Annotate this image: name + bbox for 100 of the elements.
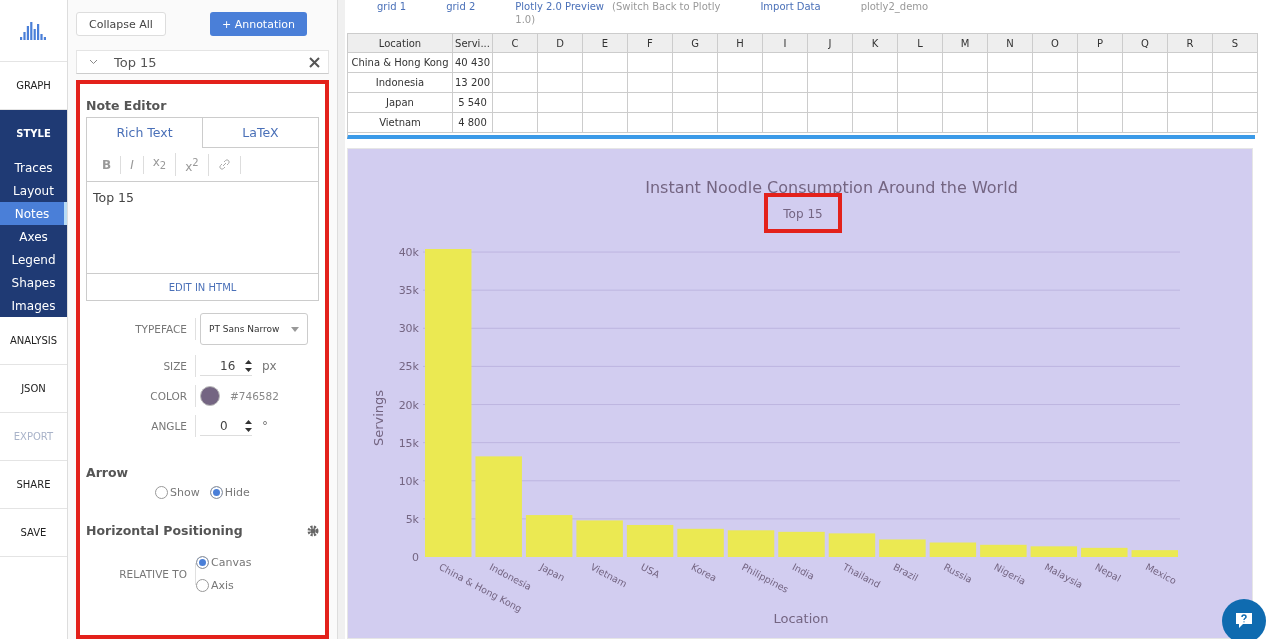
empty-cell[interactable]: [988, 93, 1033, 113]
column-header[interactable]: M: [943, 33, 988, 53]
column-header[interactable]: S: [1213, 33, 1258, 53]
nav-section[interactable]: STYLE: [0, 110, 67, 156]
column-header[interactable]: O: [1033, 33, 1078, 53]
column-header[interactable]: J: [808, 33, 853, 53]
empty-cell[interactable]: [1168, 113, 1213, 133]
column-header[interactable]: F: [628, 33, 673, 53]
empty-cell[interactable]: [763, 113, 808, 133]
empty-cell[interactable]: [538, 113, 583, 133]
empty-cell[interactable]: [1078, 93, 1123, 113]
empty-cell[interactable]: [673, 53, 718, 73]
empty-cell[interactable]: [628, 93, 673, 113]
empty-cell[interactable]: [898, 93, 943, 113]
column-header[interactable]: Q: [1123, 33, 1168, 53]
editor-tab[interactable]: LaTeX: [202, 118, 318, 148]
empty-cell[interactable]: [763, 93, 808, 113]
empty-cell[interactable]: [988, 53, 1033, 73]
empty-cell[interactable]: [583, 113, 628, 133]
link-icon[interactable]: [217, 158, 231, 171]
empty-cell[interactable]: [718, 73, 763, 93]
empty-cell[interactable]: [583, 73, 628, 93]
empty-cell[interactable]: [1168, 73, 1213, 93]
note-text-area[interactable]: Top 15: [87, 182, 318, 274]
radio-option[interactable]: Show: [155, 486, 200, 499]
column-header[interactable]: H: [718, 33, 763, 53]
column-header[interactable]: Location: [348, 33, 453, 53]
typeface-dropdown[interactable]: PT Sans Narrow: [200, 313, 308, 345]
empty-cell[interactable]: [763, 73, 808, 93]
empty-cell[interactable]: [808, 113, 853, 133]
empty-cell[interactable]: [898, 53, 943, 73]
column-header[interactable]: L: [898, 33, 943, 53]
nav-item[interactable]: Shapes: [0, 271, 67, 294]
empty-cell[interactable]: [898, 73, 943, 93]
column-header[interactable]: E: [583, 33, 628, 53]
radio-icon[interactable]: [196, 556, 209, 569]
stepper-icon[interactable]: [245, 418, 252, 433]
empty-cell[interactable]: [493, 93, 538, 113]
empty-cell[interactable]: [538, 73, 583, 93]
empty-cell[interactable]: [718, 113, 763, 133]
empty-cell[interactable]: [1213, 113, 1258, 133]
empty-cell[interactable]: [583, 93, 628, 113]
number-field[interactable]: 0: [200, 416, 252, 436]
empty-cell[interactable]: [943, 53, 988, 73]
radio-icon[interactable]: [209, 486, 223, 499]
empty-cell[interactable]: [1123, 53, 1168, 73]
stepper-icon[interactable]: [245, 358, 252, 373]
column-header[interactable]: C: [493, 33, 538, 53]
empty-cell[interactable]: [1078, 53, 1123, 73]
empty-cell[interactable]: [628, 53, 673, 73]
empty-cell[interactable]: [493, 73, 538, 93]
radio-option[interactable]: Canvas: [196, 556, 319, 569]
number-field[interactable]: 16: [200, 356, 252, 376]
empty-cell[interactable]: [628, 73, 673, 93]
empty-cell[interactable]: [943, 73, 988, 93]
column-header[interactable]: K: [853, 33, 898, 53]
nav-item[interactable]: Layout: [0, 179, 67, 202]
edit-html-link[interactable]: EDIT IN HTML: [87, 274, 318, 300]
grid-tab[interactable]: grid 1: [377, 0, 407, 13]
empty-cell[interactable]: [943, 113, 988, 133]
nav-item[interactable]: Notes: [0, 202, 67, 225]
empty-cell[interactable]: [718, 53, 763, 73]
help-button[interactable]: [1222, 599, 1266, 639]
bar-chart-logo-icon[interactable]: [19, 21, 48, 40]
empty-cell[interactable]: [853, 53, 898, 73]
empty-cell[interactable]: [673, 93, 718, 113]
empty-cell[interactable]: [853, 93, 898, 113]
column-header[interactable]: P: [1078, 33, 1123, 53]
nav-item[interactable]: Traces: [0, 156, 67, 179]
column-header[interactable]: D: [538, 33, 583, 53]
empty-cell[interactable]: [493, 53, 538, 73]
empty-cell[interactable]: [1078, 73, 1123, 93]
preview-link[interactable]: Plotly 2.0 Preview: [515, 0, 604, 13]
settings-icon[interactable]: [307, 524, 319, 537]
empty-cell[interactable]: [1213, 73, 1258, 93]
empty-cell[interactable]: [808, 93, 853, 113]
empty-cell[interactable]: [538, 93, 583, 113]
empty-cell[interactable]: [628, 113, 673, 133]
empty-cell[interactable]: [538, 53, 583, 73]
radio-icon[interactable]: [196, 579, 209, 592]
empty-cell[interactable]: [1168, 53, 1213, 73]
empty-cell[interactable]: [898, 113, 943, 133]
radio-option[interactable]: Axis: [196, 579, 319, 592]
grid-tab[interactable]: grid 2: [446, 0, 476, 13]
empty-cell[interactable]: [1123, 113, 1168, 133]
empty-cell[interactable]: [1033, 73, 1078, 93]
collapse-all-button[interactable]: Collapse All: [76, 12, 166, 36]
empty-cell[interactable]: [808, 53, 853, 73]
empty-cell[interactable]: [853, 73, 898, 93]
empty-cell[interactable]: [943, 93, 988, 113]
column-header[interactable]: I: [763, 33, 808, 53]
column-header[interactable]: N: [988, 33, 1033, 53]
empty-cell[interactable]: [1078, 113, 1123, 133]
empty-cell[interactable]: [583, 53, 628, 73]
empty-cell[interactable]: [718, 93, 763, 113]
empty-cell[interactable]: [493, 113, 538, 133]
nav-item[interactable]: Axes: [0, 225, 67, 248]
empty-cell[interactable]: [1168, 93, 1213, 113]
import-data-link[interactable]: Import Data: [760, 0, 821, 13]
annotation-header[interactable]: Top 15: [76, 50, 329, 74]
